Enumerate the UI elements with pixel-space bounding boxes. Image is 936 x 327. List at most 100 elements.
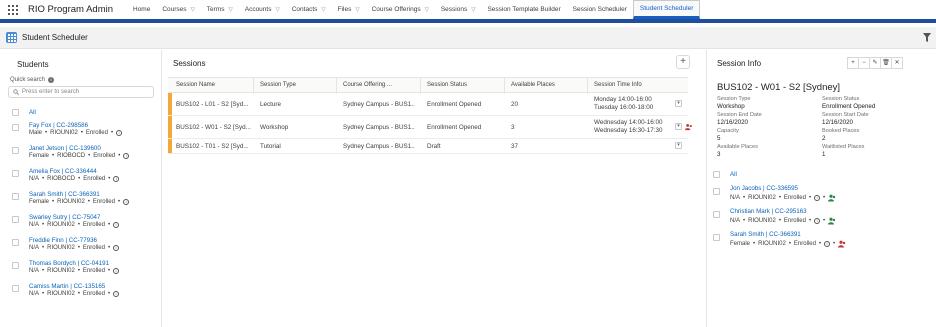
nav-tab-0[interactable]: Home (127, 0, 156, 19)
enrollment-alert-icon[interactable] (685, 123, 693, 131)
add-session-button[interactable]: + (676, 55, 690, 69)
session-row[interactable]: BUS102 - T01 - S2 [Syd... Tutorial Sydney … (168, 139, 688, 154)
nav-tab-6[interactable]: Course Offerings ▽ (366, 0, 435, 19)
separator-dot: • (45, 130, 48, 136)
col-session-name[interactable]: Session Name (176, 82, 215, 88)
student-name-link[interactable]: Freddie Finn | CC-77936 (29, 237, 97, 244)
student-name-link[interactable]: Fay Fox | CC-298586 (29, 122, 88, 129)
student-list-item[interactable]: Janet Jetson | CC-139600 Female • RIOBOCD • E… (0, 145, 162, 167)
nav-tab-10[interactable]: Student Scheduler (632, 0, 701, 19)
session-row-indicator (168, 139, 172, 153)
student-checkbox[interactable] (12, 147, 19, 154)
info-circle-icon[interactable]: i (814, 195, 821, 201)
chevron-down-icon[interactable]: ▽ (355, 7, 359, 13)
separator-dot: • (77, 268, 80, 274)
info-circle-icon[interactable]: i (113, 176, 120, 182)
student-meta: N/A • RIOUNI02 • Enrolled • i (29, 268, 120, 274)
session-row[interactable]: BUS102 - W01 - S2 [Syd... Workshop Sydney … (168, 116, 692, 139)
session-row[interactable]: BUS102 - L01 - S2 [Syd... Lecture Sydney C… (168, 93, 688, 116)
row-actions-dropdown[interactable]: ▾ (675, 142, 682, 149)
col-session-time-info[interactable]: Session Time Info (594, 82, 642, 88)
student-group-icon[interactable] (838, 240, 846, 248)
info-circle-icon[interactable]: i (824, 241, 831, 247)
enrolled-student-checkbox[interactable] (713, 234, 720, 241)
info-circle-icon[interactable]: i (113, 245, 120, 251)
student-checkbox[interactable] (12, 193, 19, 200)
info-circle-icon[interactable]: i (123, 199, 130, 205)
separator-dot: • (42, 268, 45, 274)
student-list-item[interactable]: Swarley Sutry | CC-75047 N/A • RIOUNI02 • Enr… (0, 214, 162, 236)
nav-tab-4[interactable]: Contacts ▽ (286, 0, 332, 19)
col-course-offering[interactable]: Course Offering ... (343, 82, 392, 88)
app-launcher-icon[interactable] (8, 4, 18, 15)
info-circle-icon[interactable]: i (814, 218, 821, 224)
chevron-down-icon[interactable]: ▽ (229, 7, 233, 13)
student-list-item[interactable]: Camiss Martin | CC-135165 N/A • RIOUNI02 • En… (0, 283, 162, 305)
nav-tab-2[interactable]: Terms ▽ (201, 0, 239, 19)
student-search-input[interactable]: Press enter to search (8, 86, 154, 98)
student-name-link[interactable]: Amelia Fox | CC-336444 (29, 168, 97, 175)
student-checkbox[interactable] (12, 124, 19, 131)
student-list-item[interactable]: Thomas Bordych | CC-04191 N/A • RIOUNI02 • En… (0, 260, 162, 282)
student-gender: N/A (29, 176, 40, 182)
student-group-icon[interactable] (828, 217, 836, 225)
student-checkbox[interactable] (12, 239, 19, 246)
chevron-down-icon[interactable]: ▽ (191, 7, 195, 13)
chevron-down-icon[interactable]: ▽ (321, 7, 325, 13)
col-session-status[interactable]: Session Status (427, 82, 467, 88)
nav-tab-3[interactable]: Accounts ▽ (239, 0, 286, 19)
nav-tab-8[interactable]: Session Template Builder (481, 0, 566, 19)
scheduler-app-icon (6, 32, 17, 43)
info-circle-icon[interactable]: i (116, 130, 123, 136)
student-meta: N/A • RIOBOCD • Enrolled • i (29, 176, 120, 182)
enrolled-student-link[interactable]: Sarah Smith | CC-366391 (730, 231, 801, 238)
chevron-down-icon[interactable]: ▽ (425, 7, 429, 13)
cell-offering: Sydney Campus - BUS1... (343, 101, 415, 108)
student-name-link[interactable]: Sarah Smith | CC-366391 (29, 191, 100, 198)
student-checkbox[interactable] (12, 216, 19, 223)
student-list-item[interactable]: Fay Fox | CC-298586 Male • RIOUNI02 • Enrolle… (0, 122, 162, 144)
student-checkbox[interactable] (12, 262, 19, 269)
student-name-link[interactable]: Janet Jetson | CC-139600 (29, 145, 101, 152)
info-circle-icon[interactable]: i (113, 268, 120, 274)
enrolled-student-link[interactable]: Jon Jacobs | CC-336595 (730, 185, 798, 192)
filter-icon[interactable] (923, 33, 931, 42)
all-enrolled-link[interactable]: All (730, 171, 737, 178)
col-available-places[interactable]: Available Places (511, 82, 555, 88)
separator-dot: • (107, 245, 111, 251)
info-circle-icon[interactable]: i (113, 291, 120, 297)
student-name-link[interactable]: Thomas Bordych | CC-04191 (29, 260, 109, 267)
chevron-down-icon[interactable]: ▽ (471, 7, 475, 13)
chevron-down-icon[interactable]: ▽ (275, 7, 279, 13)
student-name-link[interactable]: Camiss Martin | CC-135165 (29, 283, 105, 290)
nav-tab-5[interactable]: Files ▽ (332, 0, 366, 19)
student-checkbox[interactable] (12, 170, 19, 177)
row-actions-dropdown[interactable]: ▾ (675, 100, 682, 107)
student-group-icon[interactable] (828, 194, 836, 202)
col-session-type[interactable]: Session Type (260, 82, 296, 88)
nav-tab-7[interactable]: Sessions ▽ (435, 0, 482, 19)
nav-tab-1[interactable]: Courses ▽ (156, 0, 200, 19)
info-icon[interactable]: i (48, 77, 55, 83)
student-list-item[interactable]: Freddie Finn | CC-77936 N/A • RIOUNI02 • Enro… (0, 237, 162, 259)
separator-dot: • (753, 241, 756, 247)
select-all-enrolled-checkbox[interactable] (713, 171, 720, 178)
enrolled-student-checkbox[interactable] (713, 211, 720, 218)
all-students-link[interactable]: All (29, 109, 36, 116)
nav-tab-9[interactable]: Session Scheduler (567, 0, 633, 19)
select-all-checkbox[interactable] (12, 109, 19, 116)
student-checkbox[interactable] (12, 285, 19, 292)
student-gender: N/A (29, 222, 40, 228)
close-icon[interactable]: ✕ (891, 57, 903, 69)
info-circle-icon[interactable]: i (123, 153, 130, 159)
row-actions-dropdown[interactable]: ▾ (675, 123, 682, 130)
student-status: Enrolled (93, 153, 116, 159)
enrolled-student-checkbox[interactable] (713, 188, 720, 195)
student-list-item[interactable]: Amelia Fox | CC-336444 N/A • RIOBOCD • Enroll… (0, 168, 162, 190)
student-name-link[interactable]: Swarley Sutry | CC-75047 (29, 214, 100, 221)
nav-tab-label: Accounts (244, 6, 272, 13)
student-gender: Female (29, 153, 50, 159)
enrolled-student-link[interactable]: Christian Mark | CC-295163 (730, 208, 807, 215)
student-list-item[interactable]: Sarah Smith | CC-366391 Female • RIOUNI02 • E… (0, 191, 162, 213)
info-circle-icon[interactable]: i (113, 222, 120, 228)
